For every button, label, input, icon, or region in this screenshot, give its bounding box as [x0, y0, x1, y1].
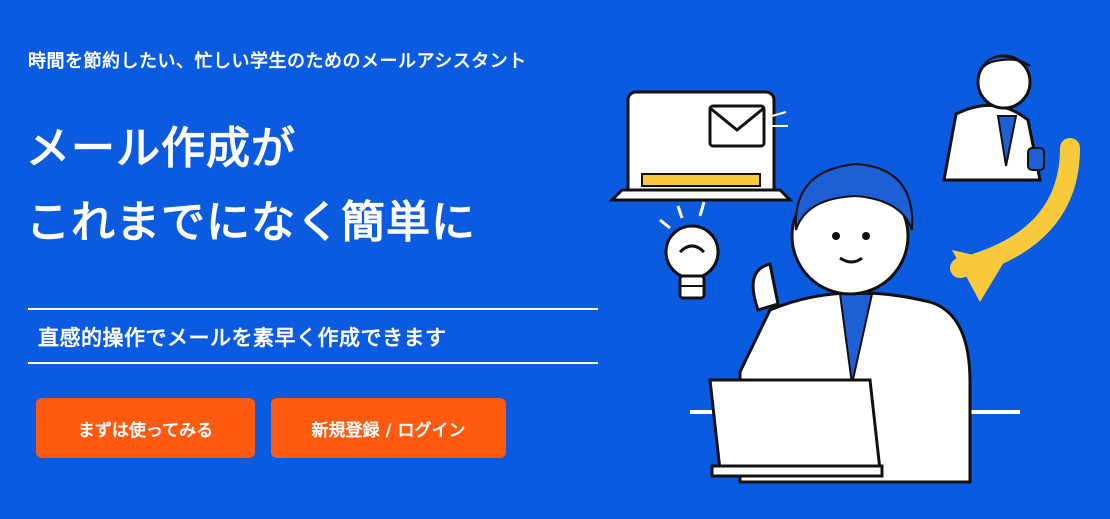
headline-line-2: これまでになく簡単に	[26, 197, 476, 248]
envelope-icon	[708, 104, 788, 148]
tagline: 時間を節約したい、忙しい学生のためのメールアシスタント	[28, 51, 527, 72]
headline: メール作成が これまでになく簡単に	[26, 112, 476, 260]
hero-banner: 時間を節約したい、忙しい学生のためのメールアシスタント メール作成が これまでに…	[0, 0, 1110, 519]
subheadline-box: 直感的操作でメールを素早く作成できます	[28, 308, 598, 364]
headline-line-1: メール作成が	[26, 123, 296, 174]
lightbulb-icon	[659, 201, 720, 300]
hero-illustration	[608, 54, 1080, 484]
subheadline: 直感的操作でメールを素早く作成できます	[38, 326, 447, 350]
main-person	[690, 162, 1020, 484]
try-it-button[interactable]: まずは使ってみる	[36, 398, 255, 458]
small-person	[942, 54, 1045, 182]
signup-login-button[interactable]: 新規登録 / ログイン	[271, 398, 506, 458]
